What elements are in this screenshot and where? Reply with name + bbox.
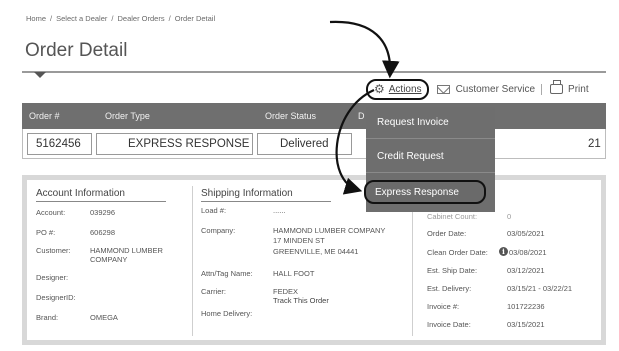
est-ship-value: 03/12/2021: [507, 266, 545, 275]
company-street: 17 MINDEN ST: [273, 236, 325, 245]
est-delivery-label: Est. Delivery:: [427, 284, 472, 293]
cabinet-count-label: Cabinet Count:: [427, 212, 478, 221]
header-order-status: Order Status: [265, 111, 317, 121]
print-label: Print: [568, 83, 589, 95]
est-delivery-value: 03/15/21 - 03/22/21: [507, 284, 573, 293]
load-value: ......: [273, 206, 286, 215]
po-value: 606298: [90, 228, 116, 237]
breadcrumb-home[interactable]: Home: [26, 14, 46, 23]
customer-service-link[interactable]: Customer Service: [436, 83, 543, 95]
account-heading: Account Information: [36, 188, 125, 199]
title-divider: [22, 71, 606, 73]
order-summary-table: Order # Order Type Order Status D 516245…: [22, 103, 606, 163]
actions-button[interactable]: ⚙ Actions: [366, 78, 429, 100]
brand-value: OMEGA: [90, 313, 118, 322]
order-table-header: Order # Order Type Order Status D: [22, 103, 606, 129]
clean-order-date-value: 03/08/2021: [509, 248, 547, 257]
invoice-date-value: 03/15/2021: [507, 320, 545, 329]
caret-down-icon: [34, 72, 46, 78]
print-link[interactable]: Print: [550, 80, 589, 95]
menu-item-express-response[interactable]: Express Response: [364, 180, 486, 204]
header-order-type: Order Type: [105, 111, 150, 121]
po-label: PO #:: [36, 228, 56, 237]
shipping-heading: Shipping Information: [201, 188, 293, 199]
customer-service-label: Customer Service: [455, 83, 536, 95]
order-number-cell: 5162456: [36, 138, 81, 150]
customer-label: Customer:: [36, 246, 71, 255]
gear-icon: ⚙: [374, 82, 385, 96]
order-info-inner: Account Information Account: 039296 PO #…: [27, 180, 601, 340]
cabinet-count-value: 0: [507, 212, 512, 221]
breadcrumb-select-dealer[interactable]: Select a Dealer: [56, 14, 107, 23]
clean-order-date-label: Clean Order Date:: [427, 248, 488, 257]
load-label: Load #:: [201, 206, 227, 215]
order-date-value: 03/05/2021: [507, 229, 545, 238]
actions-bar: ⚙ Actions Customer Service Print: [366, 78, 589, 100]
order-date-label: Order Date:: [427, 229, 467, 238]
order-type-cell: EXPRESS RESPONSE: [128, 138, 250, 150]
arrow-to-actions: [329, 20, 400, 79]
actions-label: Actions: [388, 83, 422, 95]
order-detail-page: Home / Select a Dealer / Dealer Orders / Order…: [0, 0, 619, 351]
breadcrumb-order-detail: Order Detail: [174, 14, 216, 23]
brand-label: Brand:: [36, 313, 59, 322]
company-city: GREENVILLE, ME 04441: [273, 247, 359, 256]
shipping-heading-rule: [201, 201, 331, 202]
est-ship-label: Est. Ship Date:: [427, 266, 478, 275]
invoice-number-label: Invoice #:: [427, 302, 460, 311]
order-status-cell: Delivered: [280, 138, 329, 150]
customer-value: HAMMOND LUMBER COMPANY: [90, 246, 163, 264]
breadcrumb-dealer-orders[interactable]: Dealer Orders: [117, 14, 164, 23]
designer-label: Designer:: [36, 273, 69, 282]
designerid-label: DesignerID:: [36, 293, 76, 302]
attn-value: HALL FOOT: [273, 269, 315, 278]
home-delivery-label: Home Delivery:: [201, 309, 253, 318]
account-heading-rule: [36, 201, 166, 202]
printer-icon: [550, 80, 564, 94]
order-date-partial-cell: 21: [588, 138, 601, 150]
table-row: 5162456 EXPRESS RESPONSE Delivered 21: [22, 129, 606, 159]
track-order-link[interactable]: Track This Order: [273, 296, 329, 305]
actions-dropdown-menu: Request Invoice Credit Request Express R…: [364, 107, 495, 212]
mail-icon: [436, 84, 450, 94]
attn-label: Attn/Tag Name:: [201, 269, 253, 278]
carrier-label: Carrier:: [201, 287, 227, 296]
account-value: 039296: [90, 208, 116, 217]
page-title: Order Detail: [25, 40, 128, 61]
header-order-number: Order #: [29, 111, 60, 121]
company-name: HAMMOND LUMBER COMPANY: [273, 226, 386, 235]
invoice-date-label: Invoice Date:: [427, 320, 471, 329]
menu-item-request-invoice[interactable]: Request Invoice: [366, 107, 495, 139]
invoice-number-value: 101722236: [507, 302, 545, 311]
order-info-panel: Account Information Account: 039296 PO #…: [22, 175, 606, 345]
info-icon[interactable]: i: [499, 247, 508, 256]
account-information-section: Account Information Account: 039296 PO #…: [27, 180, 192, 340]
menu-item-credit-request[interactable]: Credit Request: [366, 141, 495, 173]
carrier-value: FEDEX: [273, 287, 299, 296]
company-label: Company:: [201, 226, 236, 235]
breadcrumb: Home / Select a Dealer / Dealer Orders / Order…: [26, 14, 216, 23]
header-truncated: D: [358, 111, 365, 121]
account-label: Account:: [36, 208, 66, 217]
